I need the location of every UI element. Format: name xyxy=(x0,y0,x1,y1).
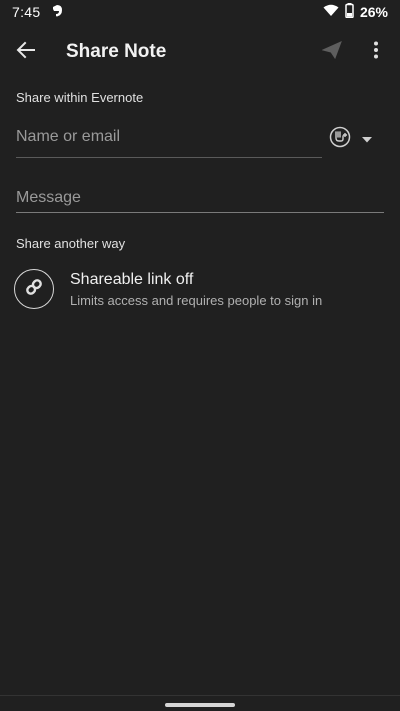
send-button[interactable] xyxy=(310,24,354,80)
shareable-link-title: Shareable link off xyxy=(70,270,194,288)
app-bar: Share Note xyxy=(0,24,400,80)
name-email-field-wrap xyxy=(16,124,322,150)
name-email-input[interactable] xyxy=(16,128,322,146)
message-field-wrap xyxy=(16,185,384,211)
permission-dropdown-button[interactable] xyxy=(358,130,376,148)
back-button[interactable] xyxy=(0,24,54,80)
message-underline xyxy=(16,212,384,213)
permission-button[interactable] xyxy=(328,126,352,153)
name-email-underline xyxy=(16,157,322,158)
wifi-icon xyxy=(323,4,339,20)
link-icon xyxy=(24,277,44,302)
more-vert-icon xyxy=(373,41,379,64)
status-time: 7:45 xyxy=(12,4,41,20)
page-title: Share Note xyxy=(66,41,167,62)
shareable-link-subtitle: Limits access and requires people to sig… xyxy=(70,292,323,308)
back-arrow-icon xyxy=(16,40,36,65)
battery-icon xyxy=(345,3,354,21)
dropdown-icon xyxy=(362,130,372,148)
share-another-label: Share another way xyxy=(16,236,126,251)
status-bar: 7:45 26% xyxy=(0,0,400,24)
message-input[interactable] xyxy=(16,189,384,207)
share-within-label: Share within Evernote xyxy=(16,90,144,105)
battery-percent: 26% xyxy=(359,4,388,20)
evernote-icon xyxy=(50,4,64,21)
home-gesture-handle[interactable] xyxy=(165,703,235,707)
link-icon-circle xyxy=(14,269,54,309)
nav-bar-divider xyxy=(0,695,400,696)
send-icon xyxy=(321,40,342,64)
more-options-button[interactable] xyxy=(354,24,398,80)
permission-icon xyxy=(329,126,351,153)
shareable-link-row[interactable]: Shareable link off Limits access and req… xyxy=(14,266,386,312)
